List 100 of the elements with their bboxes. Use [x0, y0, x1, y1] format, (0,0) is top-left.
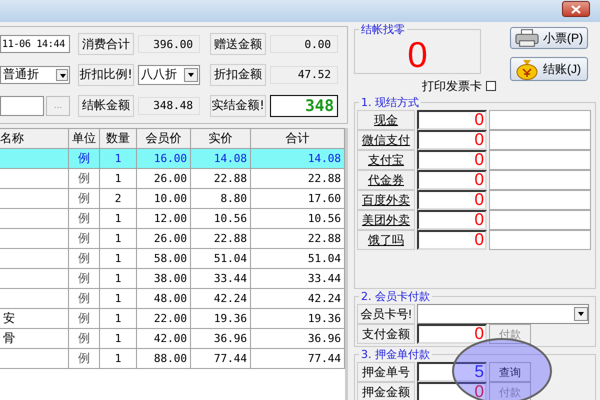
- payment-method-button[interactable]: 美团外卖: [357, 210, 415, 230]
- amount-field[interactable]: 0: [417, 190, 487, 210]
- table-cell: 36.96: [250, 328, 344, 348]
- checkout-button[interactable]: 结账(J): [510, 57, 588, 81]
- table-cell: 33.44: [250, 268, 344, 288]
- group-title: 结帐找零: [360, 22, 406, 37]
- field-value: 0.00: [270, 35, 338, 54]
- close-button[interactable]: [562, 1, 590, 17]
- discount-rate-dropdown[interactable]: 八八折: [138, 64, 200, 85]
- table-cell: 42.24: [250, 288, 344, 308]
- amount-field[interactable]: 0: [417, 210, 487, 230]
- payment-method-button[interactable]: 代金券: [357, 170, 415, 190]
- field-label: 赠送金额: [210, 33, 266, 56]
- dropdown-value: 八八折: [141, 66, 177, 84]
- group-title: 3. 押金单付款: [360, 347, 431, 362]
- note-field[interactable]: [489, 170, 591, 190]
- table-cell: 8.80: [190, 188, 250, 208]
- discount-type-dropdown[interactable]: 普通折: [0, 66, 70, 84]
- table-cell: 22.00: [136, 308, 190, 328]
- field-label: 折扣比例!: [78, 64, 134, 86]
- member-input-field[interactable]: [0, 96, 44, 116]
- table-cell: 2: [100, 188, 136, 208]
- table-cell: 17.60: [250, 188, 344, 208]
- table-cell: 16.00: [136, 148, 190, 168]
- table-cell: 例: [68, 288, 100, 308]
- table-cell: 12.00: [136, 208, 190, 228]
- table-cell: 例: [68, 188, 100, 208]
- query-button[interactable]: 查询: [489, 362, 531, 382]
- table-cell: 77.44: [190, 348, 250, 368]
- table-cell: 22.88: [190, 228, 250, 248]
- field-value: 348.48: [138, 96, 200, 115]
- table-cell: 安: [0, 308, 68, 328]
- total-value: 348: [270, 94, 338, 117]
- table-cell: 例: [68, 328, 100, 348]
- table-cell: 22.88: [250, 168, 344, 188]
- table-cell: 10.56: [190, 208, 250, 228]
- column-header[interactable]: 会员价: [136, 128, 190, 148]
- print-receipt-button[interactable]: 小票(P): [510, 27, 588, 49]
- table-cell: 51.04: [250, 248, 344, 268]
- table-cell: 10.56: [250, 208, 344, 228]
- table-cell: 1: [100, 268, 136, 288]
- amount-field[interactable]: 0: [417, 324, 487, 344]
- money-bag-icon: [515, 58, 539, 80]
- table-cell: 38.00: [136, 268, 190, 288]
- note-field[interactable]: [489, 190, 591, 210]
- table-cell: 1: [100, 328, 136, 348]
- table-cell: 1: [100, 148, 136, 168]
- table-cell: 22.88: [250, 228, 344, 248]
- table-cell: 例: [68, 248, 100, 268]
- amount-field[interactable]: 5: [417, 362, 487, 382]
- field-value: 47.52: [270, 66, 338, 84]
- field-label: 消费合计: [78, 33, 134, 56]
- note-field[interactable]: [489, 210, 591, 230]
- table-cell: 58.00: [136, 248, 190, 268]
- note-field[interactable]: [489, 130, 591, 150]
- table-cell: 1: [100, 308, 136, 328]
- payment-method-button[interactable]: 饿了吗: [357, 230, 415, 250]
- table-cell: 42.24: [190, 288, 250, 308]
- payment-method-button[interactable]: 支付宝: [357, 150, 415, 170]
- table-cell: 1: [100, 248, 136, 268]
- table-cell: 例: [68, 308, 100, 328]
- field-value: 396.00: [138, 35, 200, 54]
- amount-field[interactable]: 0: [417, 110, 487, 130]
- note-field[interactable]: [489, 150, 591, 170]
- close-icon: [571, 4, 581, 14]
- field-label[interactable]: 押金金额: [357, 382, 415, 400]
- field-label[interactable]: 支付金额: [357, 324, 415, 344]
- table-cell: 例: [68, 348, 100, 368]
- field-label: 折扣金额: [210, 64, 266, 86]
- field-label[interactable]: 押金单号: [357, 362, 415, 382]
- column-header[interactable]: 名称: [0, 128, 68, 148]
- column-header[interactable]: 数量: [100, 128, 136, 148]
- column-header[interactable]: 单位: [68, 128, 100, 148]
- field-label[interactable]: 会员卡号!: [357, 304, 415, 324]
- note-field[interactable]: [489, 110, 591, 130]
- table-cell: 48.00: [136, 288, 190, 308]
- table-cell: 1: [100, 348, 136, 368]
- table-cell: 42.00: [136, 328, 190, 348]
- table-cell: 26.00: [136, 168, 190, 188]
- column-header[interactable]: 合计: [250, 128, 344, 148]
- date-field[interactable]: 11-06 14:44: [0, 35, 70, 54]
- table-cell: 77.44: [250, 348, 344, 368]
- column-header[interactable]: 实价: [190, 128, 250, 148]
- table-cell: 例: [68, 268, 100, 288]
- table-cell: 19.36: [190, 308, 250, 328]
- print-invoice-checkbox[interactable]: 打印发票卡: [422, 78, 496, 94]
- table-cell: 22.88: [190, 168, 250, 188]
- table-cell: 14.08: [190, 148, 250, 168]
- table-cell: 51.04: [190, 248, 250, 268]
- table-cell: 1: [100, 168, 136, 188]
- payment-method-button[interactable]: 百度外卖: [357, 190, 415, 210]
- amount-field[interactable]: 0: [417, 150, 487, 170]
- printer-icon: [515, 28, 539, 48]
- payment-method-button[interactable]: 现金: [357, 110, 415, 130]
- payment-method-button[interactable]: 微信支付: [357, 130, 415, 150]
- amount-field[interactable]: 0: [417, 230, 487, 250]
- amount-field[interactable]: 0: [417, 130, 487, 150]
- amount-field[interactable]: 0: [417, 170, 487, 190]
- note-field[interactable]: [489, 230, 591, 250]
- table-cell: 1: [100, 288, 136, 308]
